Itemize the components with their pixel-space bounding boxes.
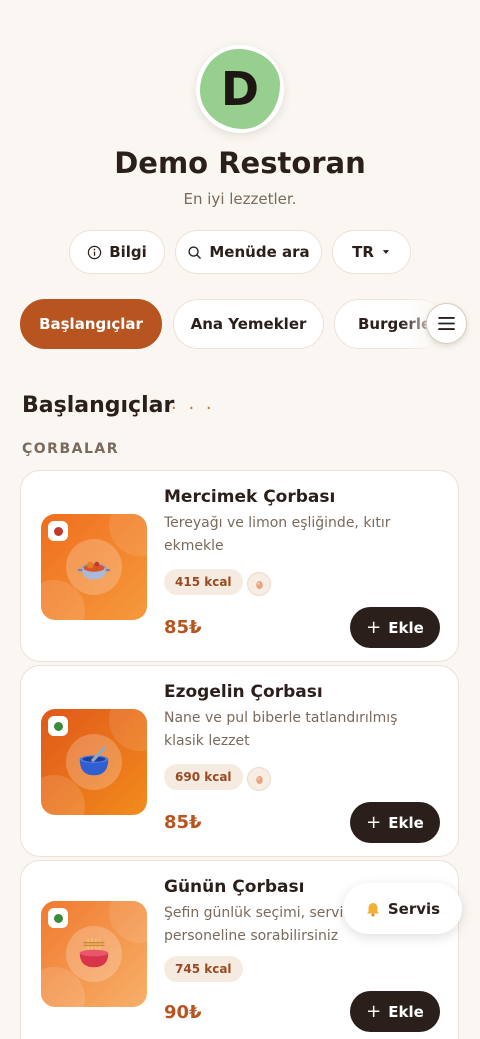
add-to-cart-button[interactable]: + Ekle xyxy=(350,991,440,1032)
dish-description: Nane ve pul biberle tatlandırılmış klasi… xyxy=(164,710,398,749)
dish-name: Mercimek Çorbası xyxy=(164,487,336,507)
dish-thumbnail xyxy=(41,709,147,815)
tab-label: Başlangıçlar xyxy=(39,315,143,333)
dish-name: Ezogelin Çorbası xyxy=(164,682,323,702)
add-to-cart-button[interactable]: + Ekle xyxy=(350,607,440,648)
call-service-button[interactable]: Servis xyxy=(343,883,462,934)
vegetarian-badge xyxy=(48,521,68,541)
dish-price: 85₺ xyxy=(164,812,202,833)
calorie-badge: 690 kcal xyxy=(164,764,243,790)
info-label: Bilgi xyxy=(109,243,147,261)
allergen-egg-icon[interactable] xyxy=(247,572,271,596)
calorie-badge: 415 kcal xyxy=(164,569,243,595)
dish-card[interactable]: Ezogelin Çorbası Nane ve pul biberle tat… xyxy=(20,665,459,857)
add-to-cart-button[interactable]: + Ekle xyxy=(350,802,440,843)
logo-badge: D xyxy=(200,49,280,129)
dish-price: 85₺ xyxy=(164,617,202,638)
logo-letter: D xyxy=(220,62,260,116)
noodle-bowl-icon xyxy=(79,937,109,968)
dish-thumbnail xyxy=(41,514,147,620)
tab-label: Ana Yemekler xyxy=(190,315,307,333)
calorie-badge: 745 kcal xyxy=(164,956,243,982)
category-menu-button[interactable] xyxy=(426,303,467,344)
language-select[interactable]: TR xyxy=(332,230,411,274)
info-icon xyxy=(87,245,102,259)
hamburger-icon xyxy=(438,317,455,330)
add-label: Ekle xyxy=(388,1002,424,1021)
restaurant-name: Demo Restoran xyxy=(114,146,366,180)
dish-name: Günün Çorbası xyxy=(164,877,305,897)
language-value: TR xyxy=(352,243,374,261)
dish-thumbnail xyxy=(41,901,147,1007)
add-label: Ekle xyxy=(388,618,424,637)
search-label: Menüde ara xyxy=(209,243,310,261)
section-title: Başlangıçlar xyxy=(22,393,175,418)
service-label: Servis xyxy=(387,899,441,918)
mortar-bowl-icon xyxy=(79,746,109,776)
dish-price: 90₺ xyxy=(164,1002,202,1023)
plus-icon: + xyxy=(366,811,382,833)
tab-category-baslangiclar[interactable]: Başlangıçlar xyxy=(20,299,162,349)
tab-category-ana-yemekler[interactable]: Ana Yemekler xyxy=(173,299,324,349)
soup-pot-icon xyxy=(77,561,111,580)
plus-icon: + xyxy=(366,1000,382,1022)
plus-icon: + xyxy=(366,616,382,638)
restaurant-tagline: En iyi lezzetler. xyxy=(183,190,297,208)
dish-card[interactable]: Mercimek Çorbası Tereyağı ve limon eşliğ… xyxy=(20,470,459,662)
allergen-egg-icon[interactable] xyxy=(247,767,271,791)
vegetarian-badge xyxy=(48,716,68,736)
section-dots: · · · xyxy=(171,398,215,419)
info-button[interactable]: Bilgi xyxy=(69,230,165,274)
dish-description: Tereyağı ve limon eşliğinde, kıtır ekmek… xyxy=(164,515,391,554)
restaurant-logo: D xyxy=(196,45,284,133)
vegetarian-badge xyxy=(48,908,68,928)
search-button[interactable]: Menüde ara xyxy=(175,230,322,274)
subsection-title: ÇORBALAR xyxy=(22,441,119,457)
search-icon xyxy=(188,245,202,259)
caret-down-icon xyxy=(382,250,390,254)
bell-icon xyxy=(366,902,379,916)
add-label: Ekle xyxy=(388,813,424,832)
